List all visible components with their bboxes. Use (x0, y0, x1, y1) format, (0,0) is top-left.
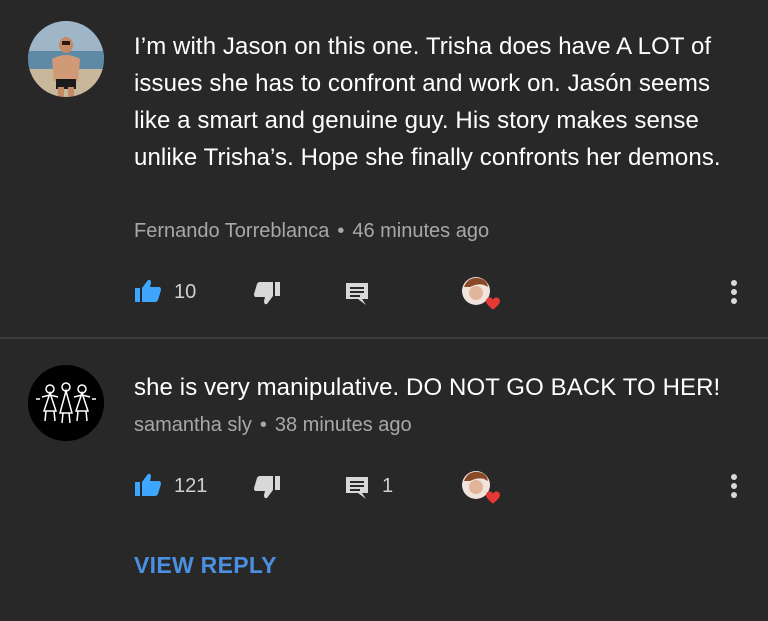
avatar-photo-icon (28, 21, 104, 97)
dislike-icon[interactable] (253, 280, 281, 306)
like-count: 10 (174, 281, 197, 303)
meta-separator: • (259, 414, 267, 436)
author-name[interactable]: samantha sly (134, 414, 252, 436)
more-options-icon[interactable] (730, 472, 738, 500)
comment-text: I’m with Jason on this one. Trisha does … (134, 33, 721, 171)
dislike-icon[interactable] (253, 474, 281, 500)
avatar-figures-icon (28, 365, 104, 441)
comment-2: she is very manipulative. DO NOT GO BACK… (0, 337, 768, 621)
avatar[interactable] (28, 21, 104, 97)
view-reply-button[interactable]: VIEW REPLY (134, 552, 277, 579)
meta-separator: • (337, 220, 345, 242)
comment-actions: 10 (0, 272, 768, 312)
avatar[interactable] (28, 365, 104, 441)
comment-meta: Fernando Torreblanca • 46 minutes ago (134, 220, 489, 243)
reply-count: 1 (382, 475, 394, 497)
timestamp[interactable]: 38 minutes ago (275, 414, 412, 436)
creator-heart-icon (462, 277, 500, 310)
reply-icon[interactable] (344, 475, 370, 501)
like-icon[interactable] (134, 472, 162, 498)
comment-meta: samantha sly • 38 minutes ago (134, 414, 412, 437)
comment-text: she is very manipulative. DO NOT GO BACK… (134, 374, 721, 401)
timestamp[interactable]: 46 minutes ago (352, 220, 489, 242)
author-name[interactable]: Fernando Torreblanca (134, 220, 329, 242)
like-icon[interactable] (134, 278, 162, 304)
comment-actions: 121 1 (0, 466, 768, 506)
creator-heart-icon (462, 471, 500, 504)
more-options-icon[interactable] (730, 278, 738, 306)
comment-1: I’m with Jason on this one. Trisha does … (0, 0, 768, 337)
like-count: 121 (174, 475, 208, 497)
reply-icon[interactable] (344, 281, 370, 307)
